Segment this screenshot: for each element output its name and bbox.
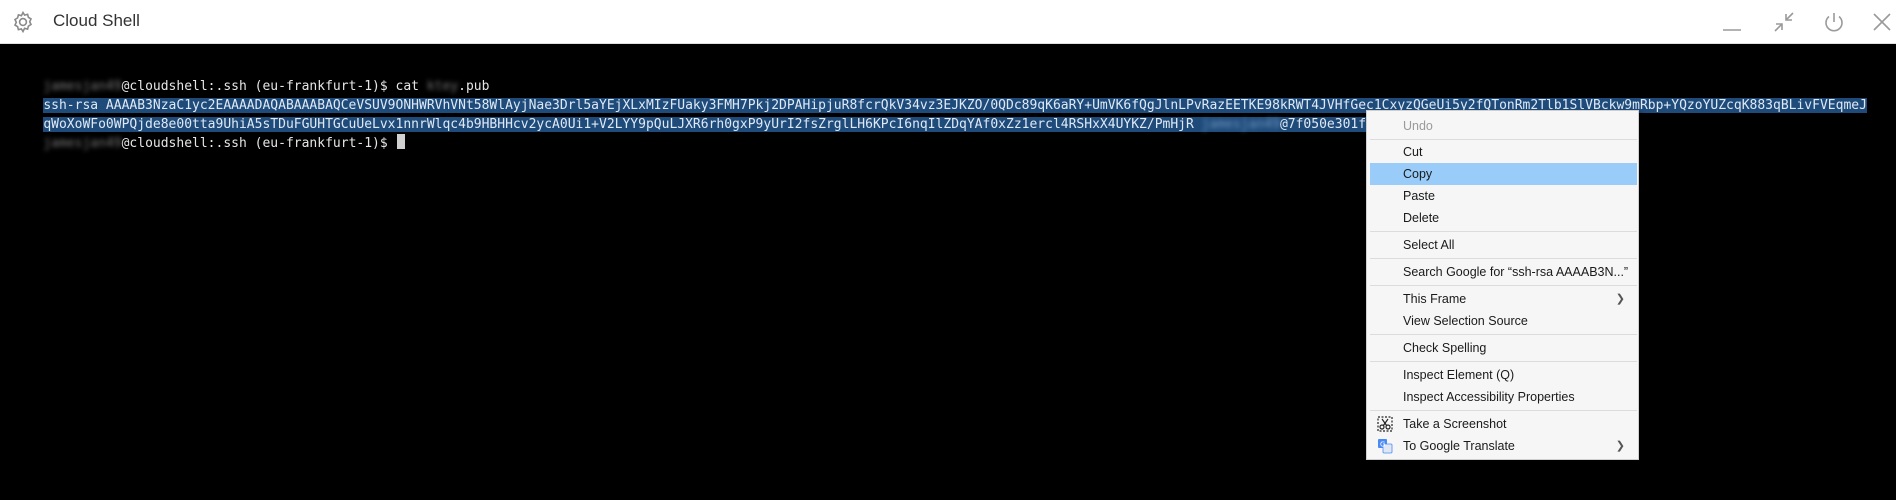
- gear-icon[interactable]: [11, 10, 35, 34]
- menu-separator: [1370, 334, 1637, 335]
- terminal-cursor: [396, 134, 405, 149]
- collapse-icon[interactable]: [1772, 10, 1796, 34]
- terminal-line-selected[interactable]: ssh-rsa AAAAB3NzaC1yc2EAAAADAQABAAABAQCe…: [12, 77, 1867, 113]
- menu-separator: [1370, 410, 1637, 411]
- menu-item-select-all[interactable]: Select All: [1370, 234, 1637, 256]
- menu-item-undo[interactable]: Undo: [1370, 115, 1637, 137]
- minimize-icon[interactable]: [1720, 10, 1744, 34]
- username-blurred: jamesjan49: [43, 136, 122, 151]
- power-icon[interactable]: [1822, 10, 1846, 34]
- chevron-right-icon: ❯: [1615, 440, 1625, 452]
- menu-item-inspect-element[interactable]: Inspect Element (Q): [1370, 364, 1637, 386]
- menu-item-search-google[interactable]: Search Google for “ssh-rsa AAAAB3N...”: [1370, 261, 1637, 283]
- menu-item-label: To Google Translate: [1403, 439, 1515, 453]
- menu-separator: [1370, 139, 1637, 140]
- terminal-line-selected[interactable]: qWoXoWFo0WPQjde8e00tta9UhiA5sTDuFGUHTGCu…: [12, 96, 1382, 132]
- menu-item-copy[interactable]: Copy: [1370, 163, 1637, 185]
- context-menu: Undo Cut Copy Paste Delete Select All Se…: [1366, 110, 1639, 460]
- window-title: Cloud Shell: [53, 11, 140, 30]
- menu-item-view-selection-source[interactable]: View Selection Source: [1370, 310, 1637, 332]
- translate-icon: G: [1377, 438, 1393, 454]
- cloud-shell-header: Cloud Shell: [0, 0, 1896, 44]
- menu-item-label: This Frame: [1403, 292, 1467, 306]
- menu-separator: [1370, 285, 1637, 286]
- scissors-icon: [1377, 416, 1393, 432]
- menu-separator: [1370, 231, 1637, 232]
- menu-item-take-screenshot[interactable]: Take a Screenshot: [1370, 413, 1637, 435]
- prompt: @cloudshell:.ssh (eu-frankfurt-1)$: [121, 136, 396, 151]
- menu-item-delete[interactable]: Delete: [1370, 207, 1637, 229]
- menu-separator: [1370, 361, 1637, 362]
- svg-text:G: G: [1380, 441, 1385, 449]
- menu-item-google-translate[interactable]: G To Google Translate ❯: [1370, 435, 1637, 457]
- menu-item-check-spelling[interactable]: Check Spelling: [1370, 337, 1637, 359]
- menu-item-this-frame[interactable]: This Frame ❯: [1370, 288, 1637, 310]
- menu-item-cut[interactable]: Cut: [1370, 141, 1637, 163]
- terminal-line: jamesjan49@cloudshell:.ssh (eu-frankfurt…: [12, 58, 489, 94]
- menu-item-paste[interactable]: Paste: [1370, 185, 1637, 207]
- menu-item-inspect-accessibility[interactable]: Inspect Accessibility Properties: [1370, 386, 1637, 408]
- terminal-prompt-line: jamesjan49@cloudshell:.ssh (eu-frankfurt…: [12, 115, 405, 151]
- chevron-right-icon: ❯: [1615, 293, 1625, 305]
- menu-item-label: Take a Screenshot: [1403, 417, 1507, 431]
- username-blurred: jamesjan49: [1201, 117, 1280, 132]
- menu-separator: [1370, 258, 1637, 259]
- close-icon[interactable]: [1870, 10, 1894, 34]
